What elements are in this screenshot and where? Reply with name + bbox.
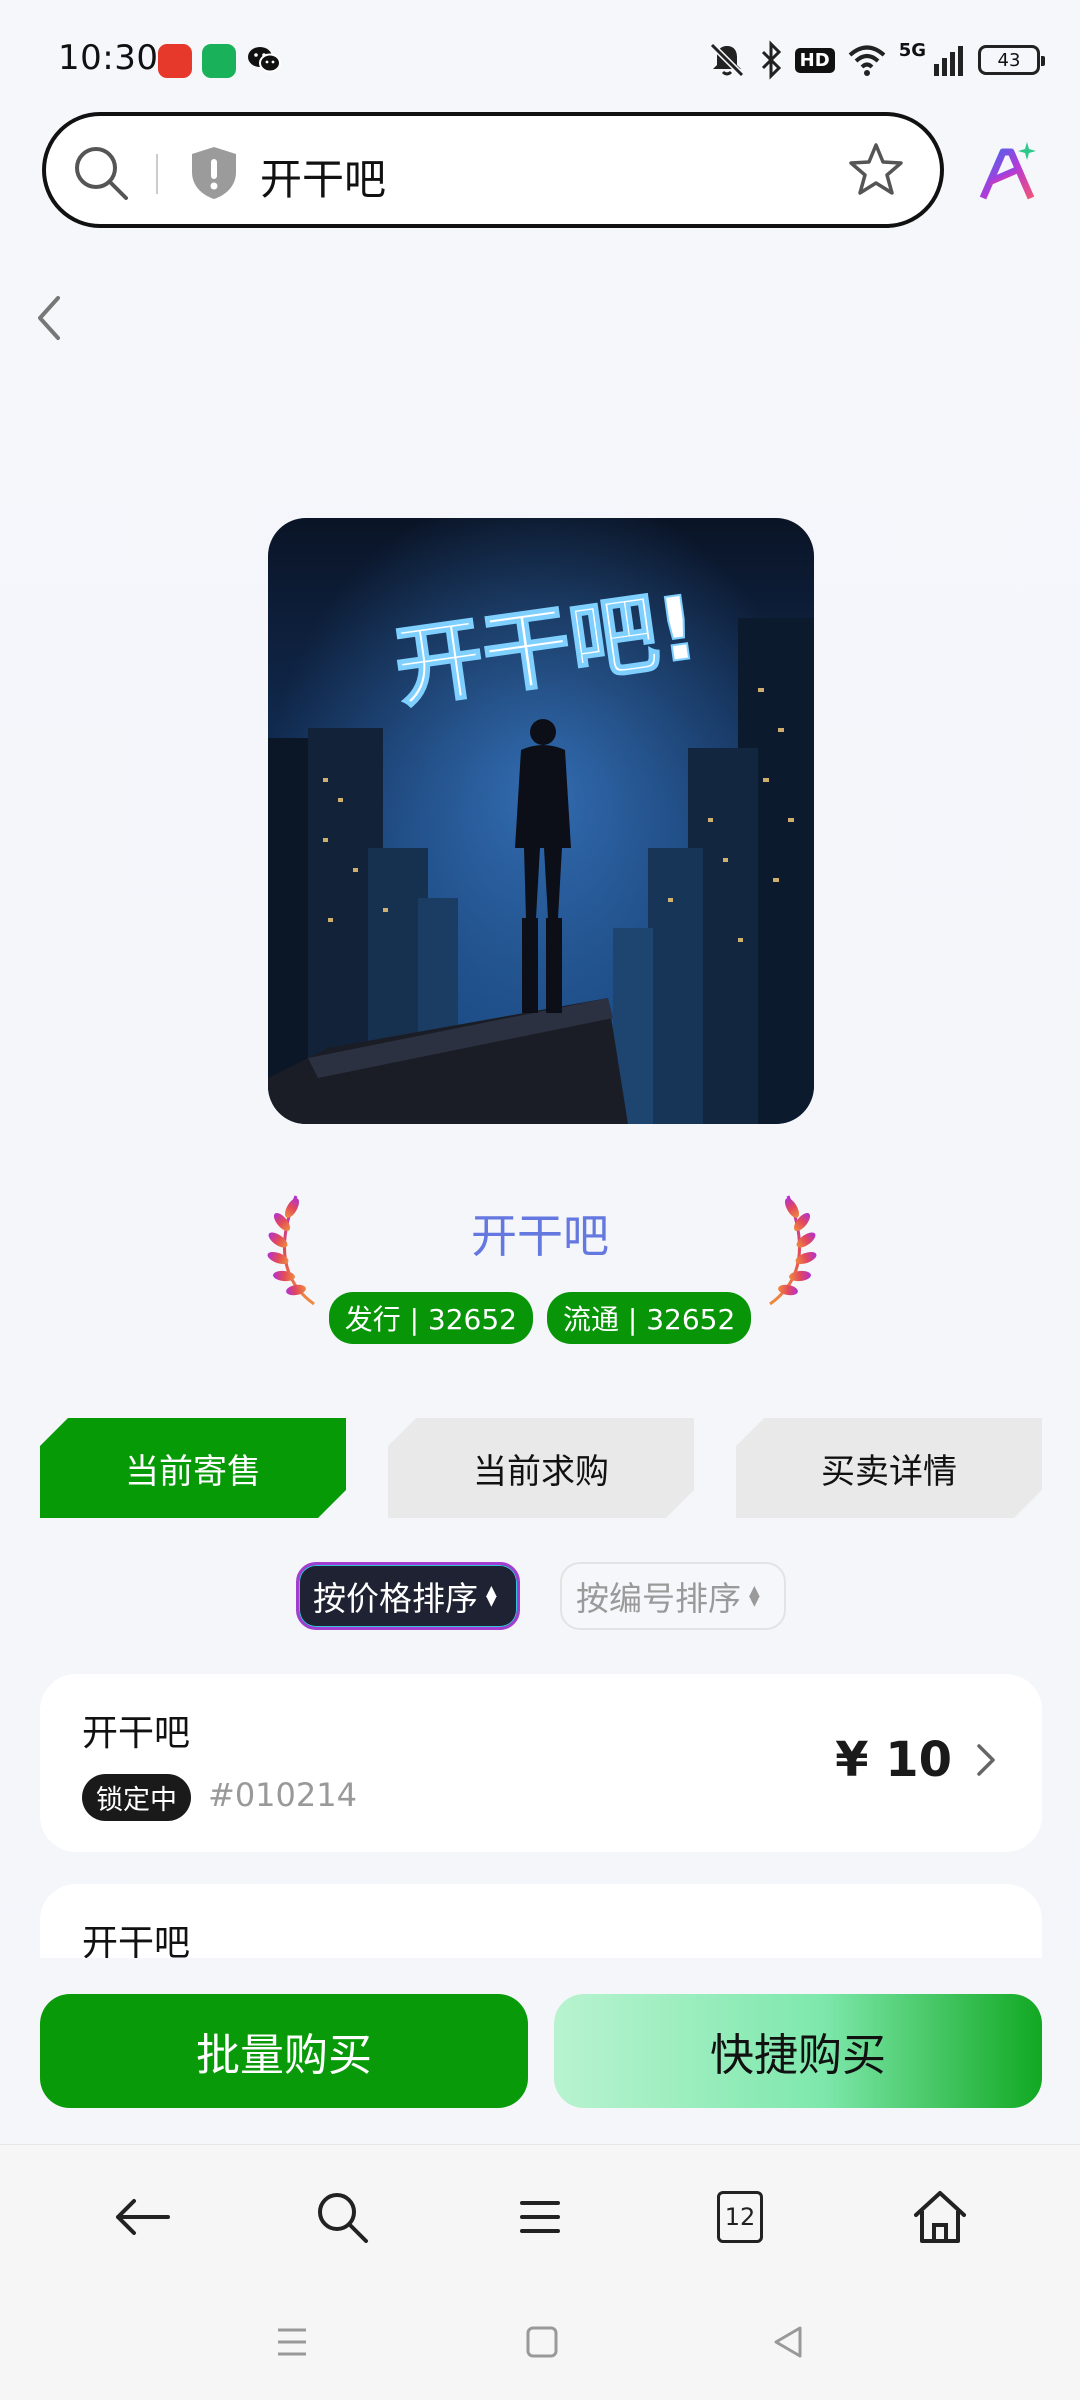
- browser-toolbar: 12: [0, 2144, 1080, 2289]
- messages-app-icon: [202, 44, 236, 78]
- battery-indicator: 43: [978, 45, 1045, 75]
- issued-badge: 发行 | 32652: [328, 1292, 533, 1344]
- nft-title: 开干吧: [471, 1209, 609, 1263]
- sort-by-number-button[interactable]: 按编号排序 ▲ ▼: [560, 1562, 786, 1630]
- circulating-badge: 流通 | 32652: [547, 1292, 752, 1344]
- menu-icon: [520, 2201, 560, 2233]
- recent-apps-icon[interactable]: [272, 2322, 312, 2362]
- tab-count-icon: 12: [717, 2191, 763, 2243]
- network-type: 5G: [898, 40, 926, 61]
- sort-arrows-icon: ▲ ▼: [486, 1583, 497, 1609]
- back-chevron-icon[interactable]: [30, 290, 70, 346]
- address-bar[interactable]: 开干吧: [42, 112, 944, 228]
- page: 10:30 HD 5G 43 开干吧 开干吧! 开干吧 发行 | 32652 流…: [0, 0, 1080, 2400]
- browser-tabs-button[interactable]: 12: [704, 2181, 776, 2253]
- browser-home-button[interactable]: [904, 2181, 976, 2253]
- back-triangle-icon[interactable]: [768, 2322, 808, 2362]
- listing-card[interactable]: 开干吧 锁定中 #010214 ¥ 10: [40, 1674, 1042, 1852]
- status-icons: HD 5G 43: [707, 40, 1045, 80]
- tab-current-consignment[interactable]: 当前寄售: [40, 1418, 346, 1518]
- status-time: 10:30: [58, 38, 159, 78]
- hd-badge: HD: [794, 47, 835, 73]
- arrow-left-icon: [116, 2199, 170, 2235]
- battery-level: 43: [997, 49, 1021, 71]
- mute-icon: [709, 42, 744, 78]
- wifi-icon: [848, 45, 886, 76]
- divider: [156, 154, 158, 194]
- shield-icon[interactable]: [188, 144, 240, 202]
- wechat-icon: [248, 47, 281, 73]
- listing-price: ¥ 10: [835, 1732, 952, 1788]
- sort-by-price-label: 按价格排序: [313, 1579, 478, 1618]
- browser-back-button[interactable]: [106, 2181, 178, 2253]
- browser-search-button[interactable]: [306, 2181, 378, 2253]
- locked-badge: 锁定中: [82, 1774, 191, 1821]
- status-bar: 10:30 HD 5G 43: [0, 0, 1080, 110]
- shopping-app-icon: [158, 44, 192, 78]
- listing-serial: #010214: [208, 1776, 357, 1814]
- chevron-right-icon[interactable]: [974, 1740, 998, 1780]
- browser-menu-button[interactable]: [504, 2181, 576, 2253]
- search-icon: [318, 2193, 368, 2243]
- bulk-buy-button[interactable]: 批量购买: [40, 1994, 528, 2108]
- system-nav-bar: [0, 2288, 1080, 2400]
- ai-assistant-icon[interactable]: [975, 140, 1041, 206]
- purchase-bar: 批量购买 快捷购买: [0, 1958, 1080, 2144]
- address-text[interactable]: 开干吧: [260, 146, 386, 207]
- bluetooth-icon: [761, 40, 781, 80]
- home-icon: [914, 2191, 966, 2243]
- sort-by-price-button[interactable]: 按价格排序 ▲ ▼: [296, 1562, 520, 1630]
- home-square-icon[interactable]: [522, 2322, 562, 2362]
- search-icon[interactable]: [70, 142, 132, 204]
- sort-by-number-label: 按编号排序: [576, 1579, 741, 1618]
- tab-current-wanted[interactable]: 当前求购: [388, 1418, 694, 1518]
- listing-name: 开干吧: [82, 1713, 191, 1754]
- tab-trade-details[interactable]: 买卖详情: [736, 1418, 1042, 1518]
- tab-count: 12: [724, 2203, 756, 2231]
- bookmark-star-icon[interactable]: [846, 140, 906, 200]
- supply-chips: 发行 | 32652 流通 | 32652: [0, 1292, 1080, 1344]
- quick-buy-button[interactable]: 快捷购买: [554, 1994, 1042, 2108]
- artwork-illustration: 开干吧!: [268, 518, 814, 1124]
- nft-artwork: 开干吧!: [268, 518, 814, 1124]
- signal-icon: [934, 46, 963, 76]
- sort-arrows-icon: ▲ ▼: [749, 1583, 760, 1609]
